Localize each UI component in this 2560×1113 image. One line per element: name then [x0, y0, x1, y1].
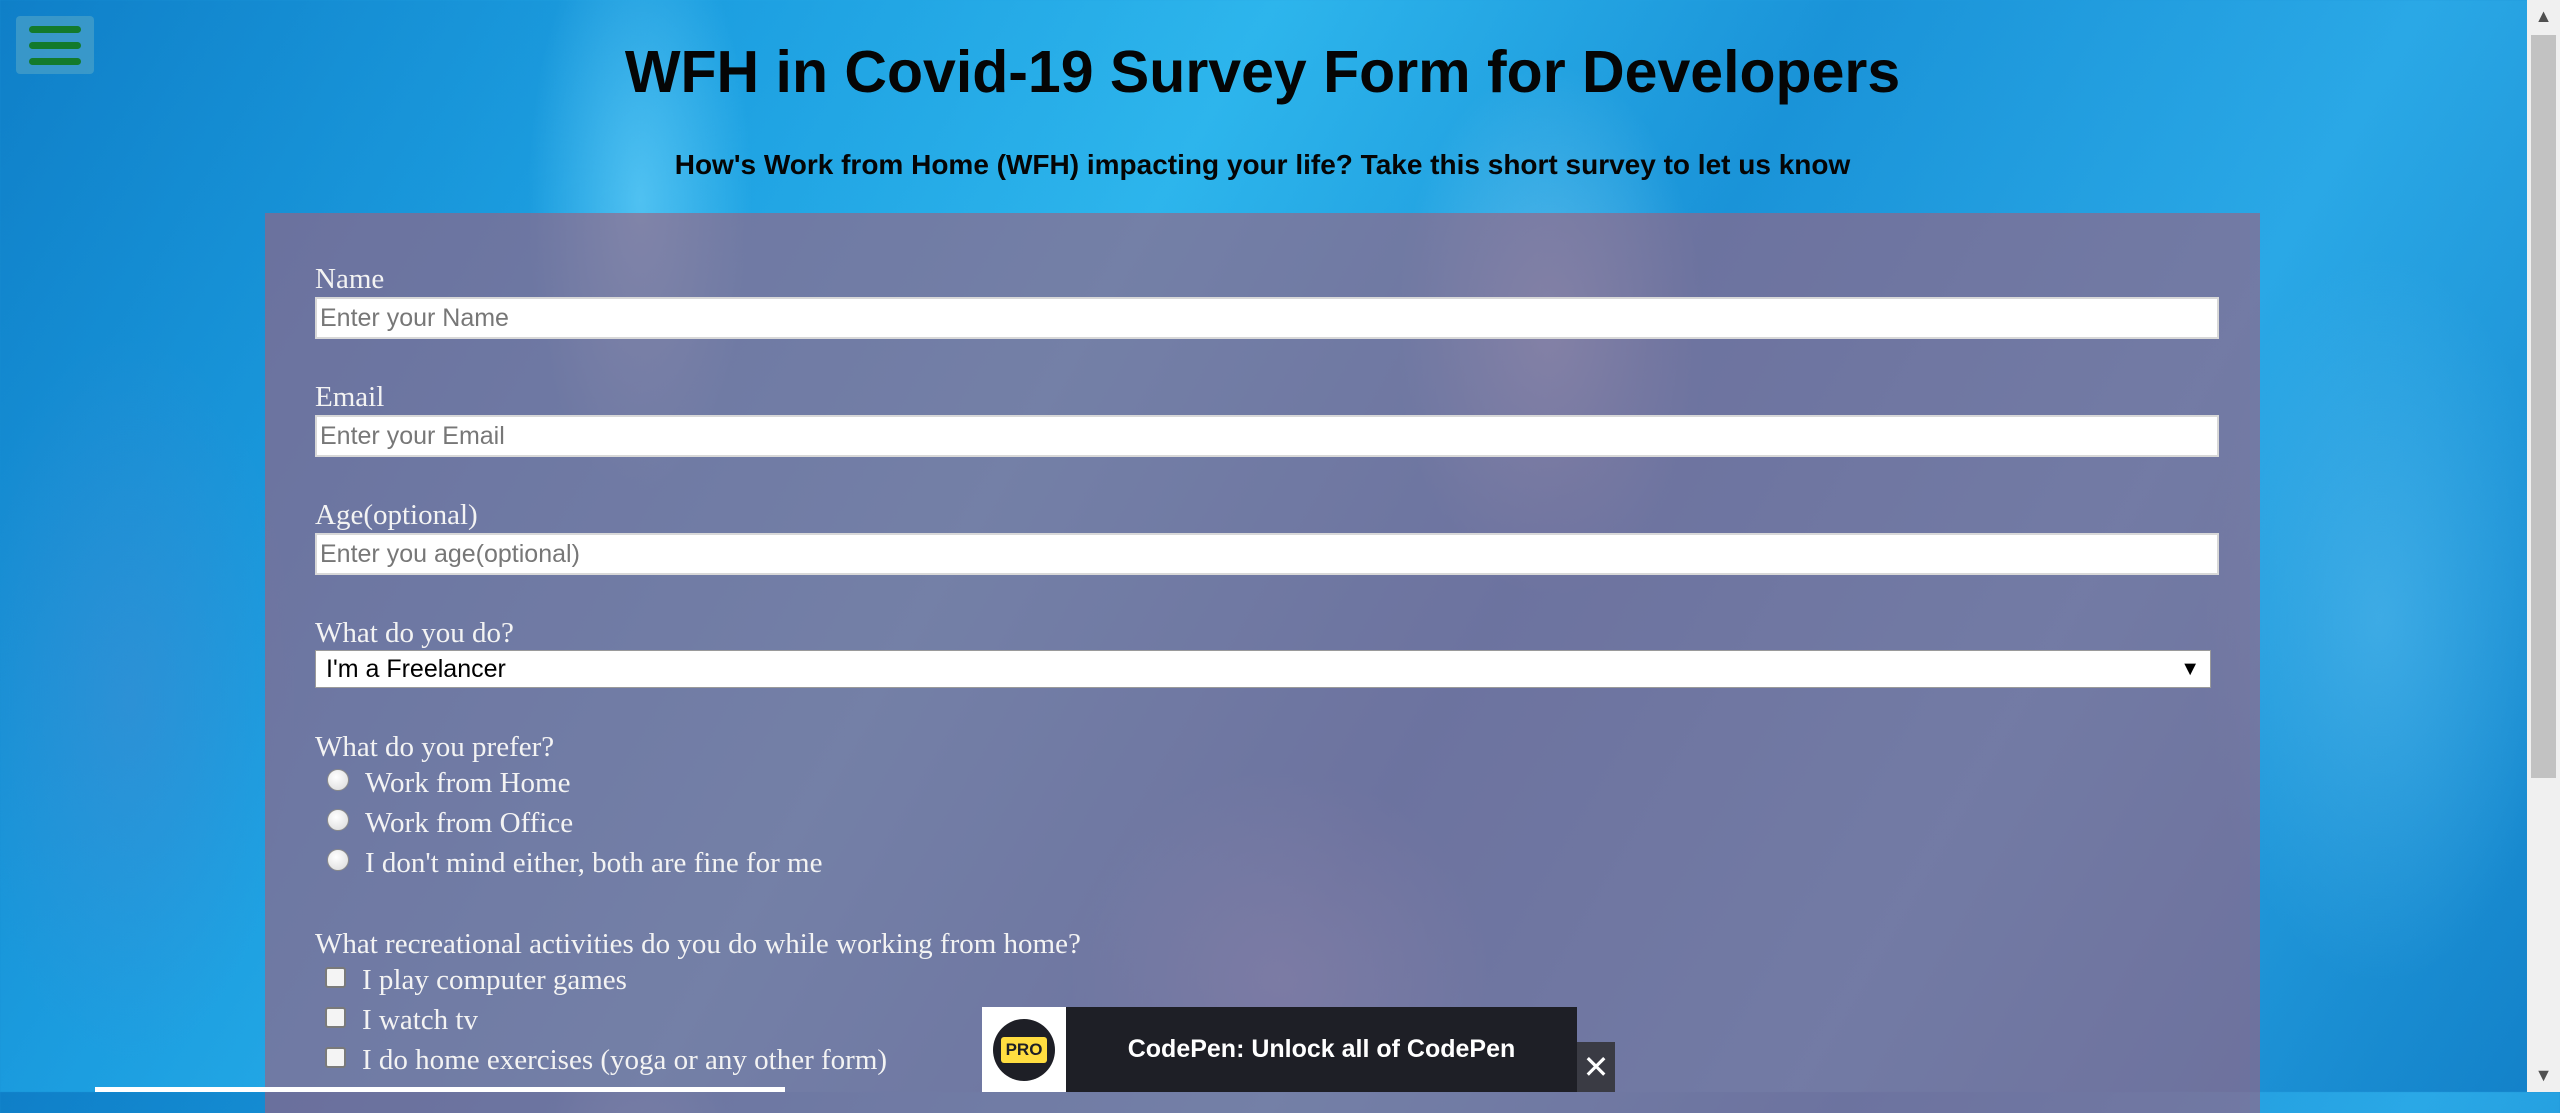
role-dropdown[interactable]: I'm a Freelancer ▼ — [315, 650, 2211, 688]
pro-badge-icon: PRO — [993, 1018, 1055, 1081]
checkbox[interactable] — [325, 966, 346, 988]
activities-field-group: What recreational activities do you do w… — [315, 928, 1081, 1080]
name-input[interactable] — [315, 297, 2219, 339]
activity-option-tv[interactable]: I watch tv — [315, 1000, 1081, 1040]
email-input[interactable] — [315, 415, 2219, 457]
pro-badge-text: PRO — [1000, 1036, 1048, 1063]
age-input[interactable] — [315, 533, 2219, 575]
role-field-group: What do you do? I'm a Freelancer ▼ — [315, 617, 2211, 688]
radio-label: Work from Home — [365, 766, 571, 799]
radio-label: I don't mind either, both are fine for m… — [365, 846, 823, 879]
dropdown-arrow-icon: ▼ — [2180, 657, 2200, 680]
scroll-thumb[interactable] — [2531, 35, 2556, 778]
close-icon[interactable]: ✕ — [1577, 1042, 1615, 1092]
radio-button[interactable] — [327, 849, 349, 871]
age-label: Age(optional) — [315, 499, 478, 531]
promo-text[interactable]: CodePen: Unlock all of CodePen — [1066, 1035, 1577, 1064]
preference-option-either[interactable]: I don't mind either, both are fine for m… — [315, 843, 822, 883]
activity-option-exercise[interactable]: I do home exercises (yoga or any other f… — [315, 1040, 1081, 1080]
preference-option-home[interactable]: Work from Home — [315, 763, 822, 803]
checkbox[interactable] — [325, 1006, 346, 1028]
scroll-down-arrow-icon[interactable]: ▼ — [2527, 1059, 2560, 1092]
name-label: Name — [315, 263, 385, 295]
pro-logo: PRO — [982, 1007, 1066, 1092]
menu-bar — [29, 25, 81, 33]
checkbox-label: I play computer games — [362, 963, 627, 996]
radio-button[interactable] — [327, 809, 349, 831]
checkbox[interactable] — [325, 1046, 346, 1068]
radio-button[interactable] — [327, 769, 349, 791]
email-label: Email — [315, 381, 385, 413]
name-field-group: Name — [315, 263, 2219, 339]
preference-label: What do you prefer? — [315, 731, 555, 763]
activities-label: What recreational activities do you do w… — [315, 928, 1081, 960]
preference-field-group: What do you prefer? Work from Home Work … — [315, 731, 822, 883]
email-field-group: Email — [315, 381, 2219, 457]
survey-form: Name Email Age(optional) What do you do?… — [265, 213, 2260, 1113]
scroll-up-arrow-icon[interactable]: ▲ — [2527, 0, 2560, 33]
page-title: WFH in Covid-19 Survey Form for Develope… — [624, 39, 1901, 105]
age-field-group: Age(optional) — [315, 499, 2219, 575]
role-selected-value: I'm a Freelancer — [326, 654, 506, 683]
checkbox-label: I watch tv — [362, 1003, 478, 1036]
vertical-scrollbar[interactable]: ▲ ▼ — [2527, 0, 2560, 1092]
radio-label: Work from Office — [365, 806, 574, 839]
codepen-promo-banner[interactable]: PRO CodePen: Unlock all of CodePen — [982, 1007, 1577, 1092]
page-subtitle: How's Work from Home (WFH) impacting you… — [674, 149, 1851, 180]
checkbox-label: I do home exercises (yoga or any other f… — [362, 1043, 888, 1076]
role-label: What do you do? — [315, 617, 514, 649]
preference-option-office[interactable]: Work from Office — [315, 803, 822, 843]
activity-option-games[interactable]: I play computer games — [315, 960, 1081, 1000]
divider — [95, 1087, 785, 1092]
